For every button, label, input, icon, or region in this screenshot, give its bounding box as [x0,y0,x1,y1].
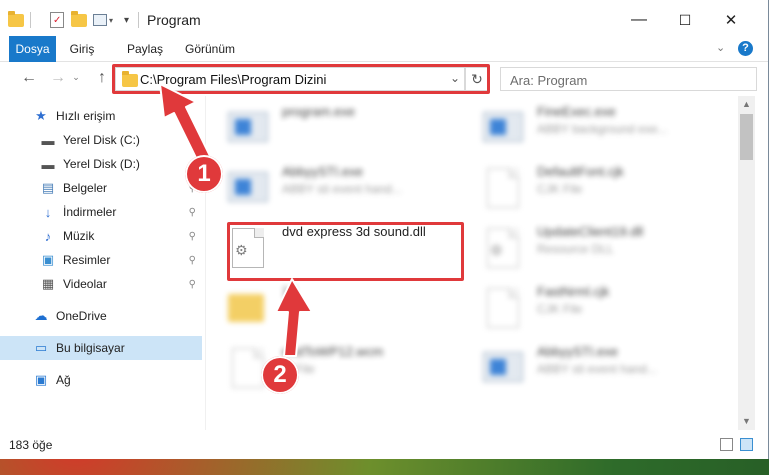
annotation-arrows [159,83,313,357]
annotation-badge-2: 2 [261,356,299,394]
annotation-badge-1: 1 [185,155,223,193]
arrow-to-dll [275,278,313,357]
arrow-to-address [159,83,212,165]
